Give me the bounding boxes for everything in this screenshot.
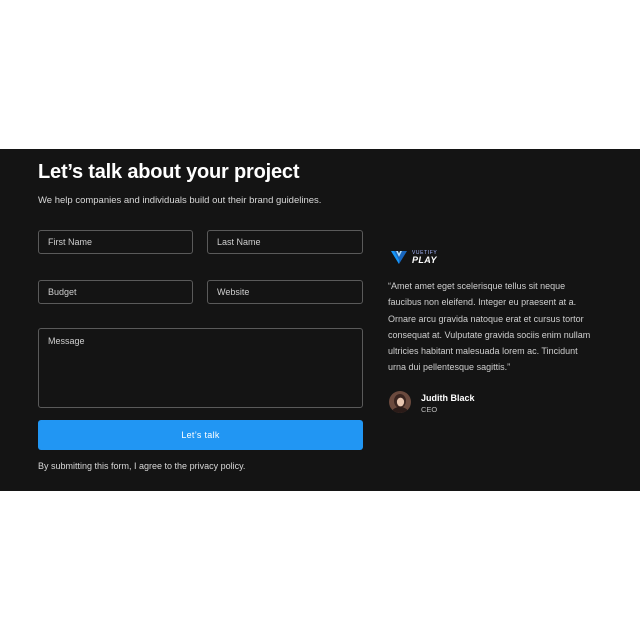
website-field[interactable]: Website	[207, 280, 363, 304]
first-name-field[interactable]: First Name	[38, 230, 193, 254]
message-field[interactable]: Message	[38, 328, 363, 408]
first-name-placeholder: First Name	[48, 237, 93, 247]
testimonial-quote: “Amet amet eget scelerisque tellus sit n…	[388, 281, 591, 373]
submit-button[interactable]: Let’s talk	[38, 420, 363, 450]
budget-field[interactable]: Budget	[38, 280, 193, 304]
author-name: Judith Black	[421, 393, 475, 403]
avatar	[389, 391, 411, 413]
last-name-field[interactable]: Last Name	[207, 230, 363, 254]
logo-wordmark-big: PLAY	[412, 255, 437, 265]
message-placeholder: Message	[48, 336, 85, 346]
vuetify-logo-icon	[391, 251, 407, 264]
privacy-disclaimer: By submitting this form, I agree to the …	[38, 461, 246, 471]
author-role: CEO	[421, 405, 438, 414]
page-title: Let’s talk about your project	[38, 161, 300, 183]
vuetify-play-logo: VUETIFY PLAY	[390, 248, 450, 266]
page-subtitle: We help companies and individuals build …	[38, 195, 322, 206]
website-placeholder: Website	[217, 287, 250, 297]
last-name-placeholder: Last Name	[217, 237, 261, 247]
budget-placeholder: Budget	[48, 287, 77, 297]
